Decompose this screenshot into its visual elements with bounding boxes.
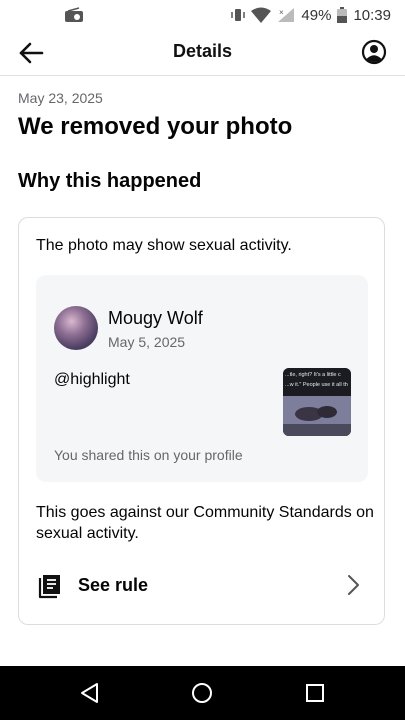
thumbnail-caption-2: ...w it." People use it all th [285, 382, 348, 388]
account-circle-icon[interactable] [361, 39, 387, 65]
signal-icon: × [278, 8, 295, 22]
post-thumbnail: ...tle, right? It's a little c ...w it."… [283, 368, 351, 436]
reason-text: The photo may show sexual activity. [36, 237, 292, 254]
post-author: Mougy Wolf [108, 308, 203, 328]
notice-heading: We removed your photo [18, 113, 293, 140]
notice-date: May 23, 2025 [18, 90, 103, 106]
clock: 10:39 [353, 6, 391, 24]
radio-icon [65, 7, 83, 22]
avatar [54, 306, 98, 350]
post-text: @highlight [54, 371, 130, 388]
why-heading: Why this happened [18, 170, 202, 192]
thumbnail-caption-1: ...tle, right? It's a little c [285, 372, 341, 378]
reason-card: The photo may show sexual activity. Moug… [18, 217, 385, 625]
vibrate-icon [231, 9, 246, 21]
app-bar: Details [0, 30, 405, 76]
status-bar: × 49% 10:39 [0, 0, 405, 30]
battery-icon [337, 7, 348, 23]
system-navigation-bar [0, 666, 405, 720]
book-icon [38, 575, 60, 599]
violation-text: This goes against our Community Standard… [36, 504, 374, 542]
wifi-icon [251, 7, 272, 23]
see-rule-button[interactable]: See rule [19, 563, 384, 607]
chevron-right-icon [348, 575, 359, 595]
battery-percent: 49% [301, 6, 332, 24]
shared-note: You shared this on your profile [54, 447, 243, 463]
triangle-back-icon[interactable] [79, 682, 101, 704]
post-date: May 5, 2025 [108, 334, 186, 350]
see-rule-label: See rule [78, 575, 149, 595]
circle-home-icon[interactable] [191, 682, 213, 704]
svg-text:×: × [279, 8, 284, 17]
page-title: Details [172, 41, 233, 61]
removed-post-preview[interactable]: Mougy Wolf May 5, 2025 @highlight ...tle… [36, 275, 368, 482]
square-recents-icon[interactable] [304, 682, 326, 704]
